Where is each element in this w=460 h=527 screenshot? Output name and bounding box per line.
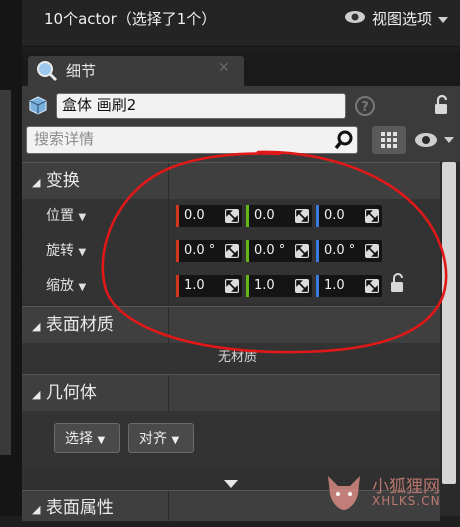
left-panel-strip	[0, 90, 11, 455]
scale-y-value: 1.0	[254, 278, 275, 293]
geometry-row: 选择 ▼ 对齐 ▼	[22, 411, 440, 467]
location-z-field[interactable]: 0.0	[316, 205, 382, 227]
axis-x-bar	[176, 205, 179, 227]
property-matrix-button[interactable]	[372, 126, 406, 154]
chevron-down-icon: ▼	[78, 247, 87, 258]
scale-x-field[interactable]: 1.0	[176, 275, 242, 297]
eye-icon	[344, 0, 366, 38]
column-divider	[168, 491, 169, 521]
select-button[interactable]: 选择 ▼	[54, 423, 120, 453]
chevron-down-icon: ▼	[78, 212, 87, 223]
help-icon[interactable]: ?	[355, 96, 375, 116]
no-material-text: 无材质	[218, 350, 258, 365]
column-divider	[168, 199, 169, 233]
actor-name-value: 盒体 画刷2	[62, 96, 137, 114]
collapse-arrow-icon: ◢	[32, 176, 41, 189]
column-divider	[168, 307, 169, 343]
select-button-label: 选择	[65, 431, 93, 447]
scale-z-value: 1.0	[324, 278, 345, 293]
chevron-down-icon: ▼	[171, 435, 180, 446]
spin-handle-icon[interactable]	[295, 279, 309, 293]
spin-handle-icon[interactable]	[365, 279, 379, 293]
section-transform[interactable]: ◢ 变换	[22, 162, 440, 200]
rotation-y-value: 0.0 °	[254, 243, 286, 258]
column-divider	[168, 234, 169, 268]
rotation-label[interactable]: 旋转	[46, 243, 74, 259]
axis-y-bar	[246, 275, 249, 297]
spin-handle-icon[interactable]	[225, 244, 239, 258]
spin-handle-icon[interactable]	[365, 209, 379, 223]
spin-handle-icon[interactable]	[225, 279, 239, 293]
spin-handle-icon[interactable]	[225, 209, 239, 223]
tab-details[interactable]	[28, 56, 244, 86]
axis-z-bar	[316, 205, 319, 227]
spin-handle-icon[interactable]	[365, 244, 379, 258]
rotation-z-value: 0.0 °	[324, 243, 356, 258]
spin-handle-icon[interactable]	[295, 244, 309, 258]
collapse-arrow-icon: ◢	[32, 320, 41, 333]
tab-details-label: 细节	[66, 62, 97, 80]
location-label[interactable]: 位置	[46, 208, 74, 224]
collapse-arrow-icon: ◢	[32, 388, 41, 401]
chevron-down-icon	[438, 0, 448, 38]
scale-y-field[interactable]: 1.0	[246, 275, 312, 297]
scrollbar-thumb[interactable]	[442, 162, 456, 484]
collapse-arrow-icon: ◢	[32, 503, 41, 516]
column-divider	[168, 269, 169, 303]
rotation-x-field[interactable]: 0.0 °	[176, 240, 242, 262]
section-transform-title: 变换	[45, 171, 80, 191]
section-surface-material[interactable]: ◢ 表面材质	[22, 306, 440, 344]
location-y-field[interactable]: 0.0	[246, 205, 312, 227]
chevron-down-icon: ▼	[97, 435, 106, 446]
search-placeholder: 搜索详情	[34, 130, 95, 148]
scale-lock-icon[interactable]	[388, 272, 408, 298]
section-geometry-title: 几何体	[45, 383, 97, 403]
grid-icon	[381, 132, 397, 148]
watermark-en-text: XHLKS.CN	[372, 494, 441, 508]
eye-icon	[415, 133, 437, 147]
location-z-value: 0.0	[324, 208, 345, 223]
view-options-label: 视图选项	[371, 10, 432, 28]
axis-z-bar	[316, 240, 319, 262]
magnifier-icon	[36, 60, 58, 86]
location-x-value: 0.0	[184, 208, 205, 223]
chevron-down-icon: ▼	[78, 282, 87, 293]
section-surface-properties-title: 表面属性	[45, 498, 114, 518]
align-button-label: 对齐	[139, 431, 167, 447]
surface-material-row: 无材质	[22, 343, 440, 373]
search-icon[interactable]	[334, 130, 354, 154]
section-surface-material-title: 表面材质	[45, 315, 114, 335]
view-options-button[interactable]: 视图选项	[344, 0, 448, 38]
selection-count-text: 10个actor（选择了1个）	[44, 10, 217, 28]
rotation-y-field[interactable]: 0.0 °	[246, 240, 312, 262]
rotation-x-value: 0.0 °	[184, 243, 216, 258]
column-divider	[168, 375, 169, 411]
location-x-field[interactable]: 0.0	[176, 205, 242, 227]
column-divider	[168, 163, 169, 199]
tab-close-icon[interactable]: ✕	[218, 60, 230, 76]
section-geometry[interactable]: ◢ 几何体	[22, 374, 440, 412]
axis-x-bar	[176, 240, 179, 262]
fox-logo-icon	[322, 470, 366, 518]
location-y-value: 0.0	[254, 208, 275, 223]
axis-x-bar	[176, 275, 179, 297]
brush-cube-icon	[26, 94, 47, 115]
axis-z-bar	[316, 275, 319, 297]
spin-handle-icon[interactable]	[295, 209, 309, 223]
axis-y-bar	[246, 240, 249, 262]
visibility-filter-button[interactable]	[414, 132, 456, 152]
axis-y-bar	[246, 205, 249, 227]
scale-z-field[interactable]: 1.0	[316, 275, 382, 297]
scale-label[interactable]: 缩放	[46, 278, 74, 294]
lock-icon[interactable]	[432, 94, 452, 120]
align-button[interactable]: 对齐 ▼	[128, 423, 194, 453]
rotation-z-field[interactable]: 0.0 °	[316, 240, 382, 262]
scale-x-value: 1.0	[184, 278, 205, 293]
